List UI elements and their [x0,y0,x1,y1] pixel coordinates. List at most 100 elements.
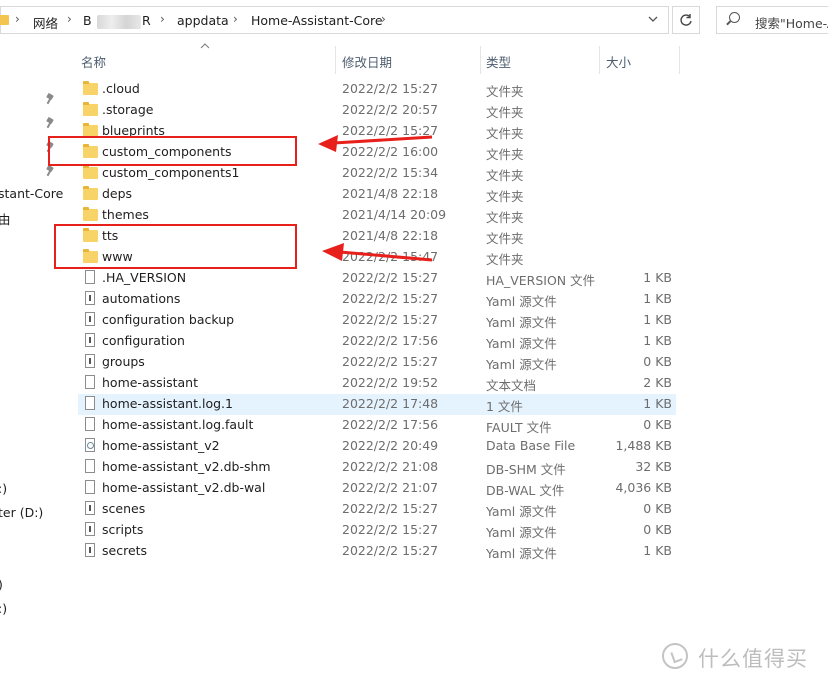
file-size: 32 KB [635,459,672,474]
arrow-icon [322,243,433,262]
column-header-type[interactable]: 类型 [486,52,511,71]
highlight-box-custom-components [48,136,297,166]
file-row[interactable]: home-assistant_v2 2022/2/2 20:49 Data Base… [78,436,676,457]
modified-date: 2021/4/8 22:18 [342,186,439,201]
search-input[interactable]: 搜索"Home-A [716,6,828,34]
file-type: 文件夹 [486,147,524,162]
file-row[interactable]: configuration backup 2022/2/2 15:27 Yaml 源… [78,310,676,331]
address-bar[interactable]: › 网络 › B R › appdata › Home-Assistant-Co… [0,6,669,34]
pin-icon [46,166,54,176]
file-name: configuration [102,333,185,348]
breadcrumb-network[interactable]: 网络 [33,13,58,32]
column-divider[interactable] [679,46,680,74]
file-size: 4,036 KB [615,480,672,495]
file-row[interactable]: home-assistant.log.fault 2022/2/2 17:56 FA… [78,415,676,436]
nav-item[interactable]: 由 [0,209,11,228]
folder-row[interactable]: custom_components1 2022/2/2 15:34 文件夹 [78,163,676,184]
file-row[interactable]: home-assistant_v2.db-shm 2022/2/2 21:08 DB… [78,457,676,478]
breadcrumb-separator: › [381,12,386,26]
nav-item[interactable]: ) [0,577,3,592]
file-row[interactable]: home-assistant.log.1 2022/2/2 17:48 1 文件 1 … [78,394,676,415]
folder-row[interactable]: deps 2021/4/8 22:18 文件夹 [78,184,676,205]
file-name: home-assistant.log.fault [102,417,254,432]
folder-icon [83,186,98,200]
yaml-file-icon [85,354,95,368]
breadcrumb-separator: › [233,12,238,26]
column-divider[interactable] [599,46,600,74]
file-row[interactable]: scripts 2022/2/2 15:27 Yaml 源文件 0 KB [78,520,676,541]
modified-date: 2022/2/2 15:34 [342,165,439,180]
file-name: home-assistant_v2.db-wal [102,480,266,495]
breadcrumb-current[interactable]: Home-Assistant-Core [251,13,383,28]
file-row[interactable]: automations 2022/2/2 15:27 Yaml 源文件 1 KB [78,289,676,310]
file-name: .storage [102,102,154,117]
column-header-name[interactable]: 名称 [81,52,106,71]
file-name: .HA_VERSION [102,270,187,285]
yaml-file-icon [85,333,95,347]
file-name: home-assistant [102,375,199,390]
file-row[interactable]: configuration 2022/2/2 17:56 Yaml 源文件 1 KB [78,331,676,352]
breadcrumb-host[interactable]: B [83,13,92,28]
breadcrumb-separator: › [160,12,165,26]
nav-item-home-assistant-core[interactable]: stant-Core [0,186,63,201]
breadcrumb-separator: › [67,12,72,26]
breadcrumb-host-suffix[interactable]: R [142,13,151,28]
modified-date: 2022/2/2 15:27 [342,312,439,327]
file-type: 文件夹 [486,105,524,120]
watermark-text: 什么值得买 [698,647,808,671]
yaml-file-icon [85,312,95,326]
chevron-down-icon[interactable] [647,13,659,28]
file-size: 1 KB [643,333,672,348]
file-type: Data Base File [486,438,576,453]
file-type: Yaml 源文件 [486,315,557,330]
file-row[interactable]: secrets 2022/2/2 15:27 Yaml 源文件 1 KB [78,541,676,562]
modified-date: 2021/4/14 20:09 [342,207,447,222]
modified-date: 2022/2/2 15:27 [342,522,439,537]
file-type: FAULT 文件 [486,420,552,435]
file-row[interactable]: home-assistant_v2.db-wal 2022/2/2 21:07 DB… [78,478,676,499]
file-size: 1 KB [643,312,672,327]
folder-row[interactable]: .storage 2022/2/2 20:57 文件夹 [78,100,676,121]
file-row[interactable]: home-assistant 2022/2/2 19:52 文本文档 2 KB [78,373,676,394]
column-divider[interactable] [480,46,481,74]
file-icon [85,417,95,431]
file-type: Yaml 源文件 [486,357,557,372]
pin-icon [46,94,54,104]
column-divider[interactable] [335,46,336,74]
file-type: 文件夹 [486,84,524,99]
refresh-icon [680,14,692,26]
column-header-date[interactable]: 修改日期 [342,52,392,71]
folder-icon [83,102,98,116]
database-file-icon [85,438,95,452]
file-row[interactable]: scenes 2022/2/2 15:27 Yaml 源文件 0 KB [78,499,676,520]
modified-date: 2022/2/2 15:27 [342,501,439,516]
yaml-file-icon [85,522,95,536]
search-icon [729,12,740,23]
file-type: 文件夹 [486,168,524,183]
folder-row[interactable]: .cloud 2022/2/2 15:27 文件夹 [78,79,676,100]
file-type: HA_VERSION 文件 [486,273,596,288]
modified-date: 2022/2/2 15:27 [342,543,439,558]
modified-date: 2022/2/2 17:56 [342,333,439,348]
file-name: deps [102,186,133,201]
folder-icon [83,207,98,221]
refresh-button[interactable] [672,6,700,34]
file-row[interactable]: groups 2022/2/2 15:27 Yaml 源文件 0 KB [78,352,676,373]
search-placeholder: 搜索"Home-A [755,16,828,31]
file-type: DB-WAL 文件 [486,483,565,498]
nav-item-drive-d[interactable]: ter (D:) [0,505,43,520]
modified-date: 2022/2/2 19:52 [342,375,439,390]
folder-row[interactable]: themes 2021/4/14 20:09 文件夹 [78,205,676,226]
file-name: .cloud [102,81,140,96]
nav-item-drive-c[interactable]: :) [0,481,7,496]
file-name: home-assistant_v2 [102,438,220,453]
modified-date: 2022/2/2 15:27 [342,354,439,369]
column-header-size[interactable]: 大小 [606,52,631,71]
breadcrumb-appdata[interactable]: appdata [177,13,229,28]
nav-item[interactable]: :) [0,601,7,616]
modified-date: 2022/2/2 20:57 [342,102,439,117]
file-size: 1 KB [643,291,672,306]
file-row[interactable]: .HA_VERSION 2022/2/2 15:27 HA_VERSION 文件 1 … [78,268,676,289]
logo-icon [662,643,688,669]
modified-date: 2022/2/2 17:48 [342,396,439,411]
